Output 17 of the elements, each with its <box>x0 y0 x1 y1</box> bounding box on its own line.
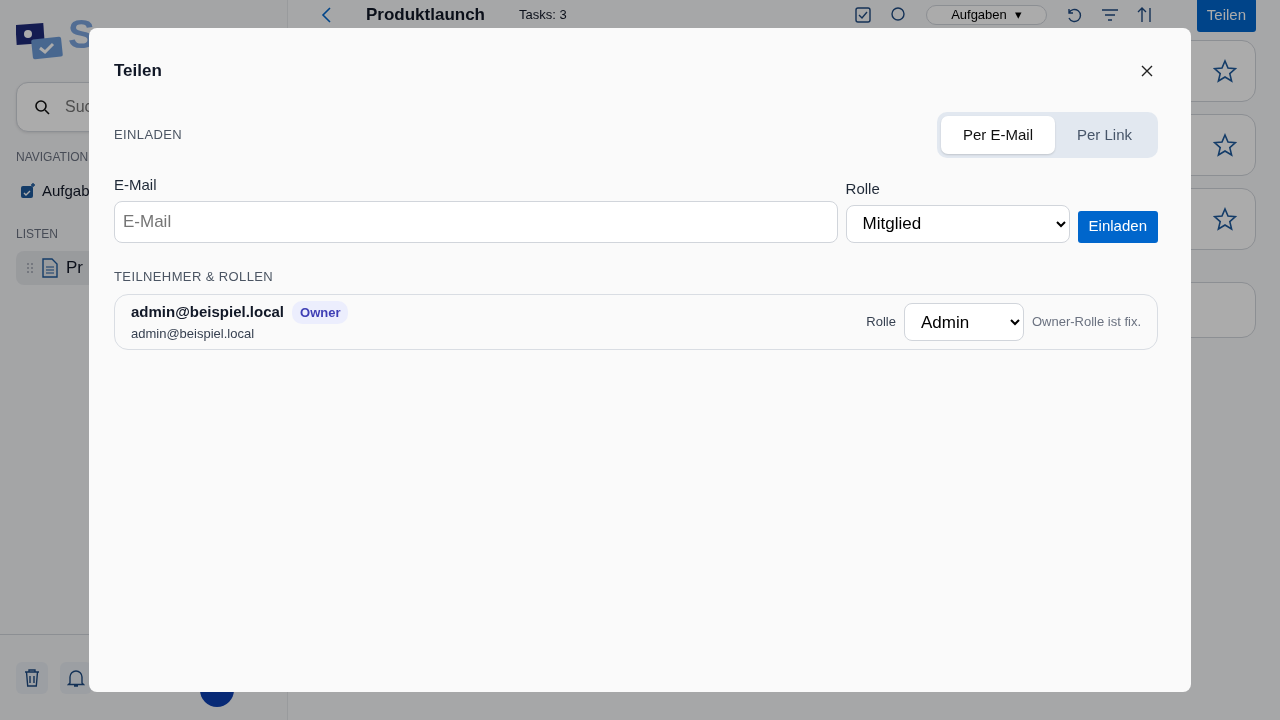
field-label: E-Mail <box>114 175 158 195</box>
participant-email: admin@beispiel.local <box>131 325 256 343</box>
hint-text: Owner-Rolle ist fix. <box>1031 313 1141 332</box>
participant-name: admin@beispiel.local <box>131 302 284 322</box>
role-badge: Owner <box>292 300 349 324</box>
field-label: Rolle <box>866 313 896 332</box>
section-heading: NAVIGATION <box>16 149 89 166</box>
dialog-title: Teilen <box>114 60 162 82</box>
section-heading: TEILNEHMER & ROLLEN <box>114 267 275 286</box>
nav-label: Aufgab <box>42 181 90 201</box>
task-count: Tasks: 3 <box>519 7 567 23</box>
section-heading: EINLADEN <box>114 126 183 144</box>
list-title: Produktlaunch <box>366 5 485 25</box>
field-label: Rolle <box>845 179 881 199</box>
list-label: Pr <box>66 256 83 279</box>
section-heading: LISTEN <box>16 225 58 243</box>
caret-icon: ▾ <box>1014 7 1022 23</box>
